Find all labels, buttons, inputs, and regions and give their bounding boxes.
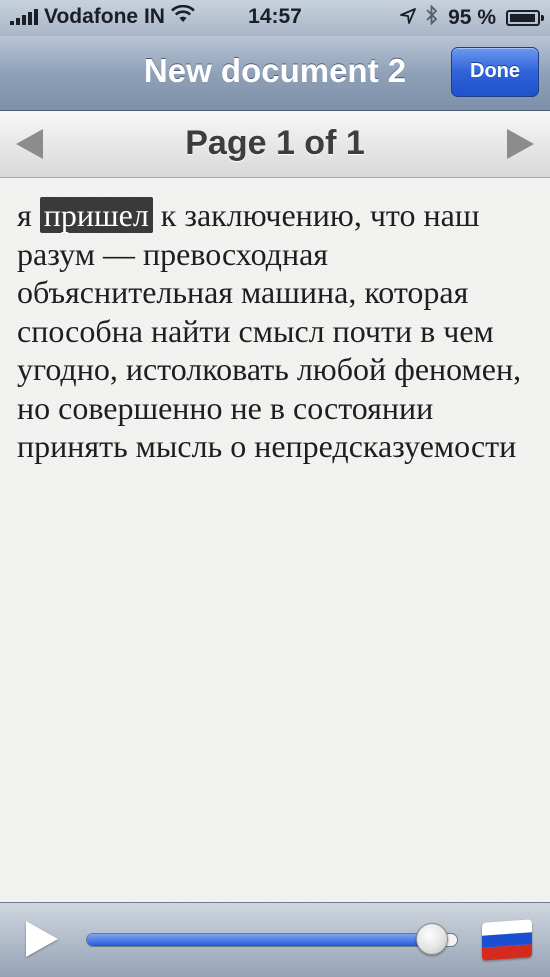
location-arrow-icon — [400, 6, 417, 30]
right-arrow-icon[interactable] — [507, 129, 534, 159]
slider-thumb[interactable] — [415, 923, 448, 955]
battery-icon — [506, 10, 544, 26]
selected-word[interactable]: пришел — [39, 197, 153, 233]
text-before-selection: я — [17, 197, 40, 233]
document-text[interactable]: я пришел к заключению, что наш разум — п… — [17, 196, 537, 466]
progress-slider[interactable] — [86, 933, 458, 947]
document-area[interactable]: я пришел к заключению, что наш разум — п… — [0, 178, 550, 902]
status-right: 95 % — [400, 4, 544, 31]
page-navigation-bar: Page 1 of 1 — [0, 111, 550, 178]
russian-flag-icon[interactable] — [482, 919, 532, 961]
done-button[interactable]: Done — [451, 47, 539, 97]
bluetooth-icon — [426, 4, 438, 31]
speech-player-bar — [0, 902, 550, 977]
page-indicator: Page 1 of 1 — [185, 124, 365, 162]
navigation-bar: New document 2 Done — [0, 36, 550, 111]
flag-stripe-red — [482, 944, 532, 961]
text-after-selection: к заключению, что наш разум — превосходн… — [17, 197, 522, 464]
progress-fill — [87, 934, 433, 946]
status-bar: Vodafone IN 14:57 95 % — [0, 0, 550, 36]
play-icon[interactable] — [26, 921, 58, 957]
battery-percent: 95 % — [448, 6, 496, 29]
